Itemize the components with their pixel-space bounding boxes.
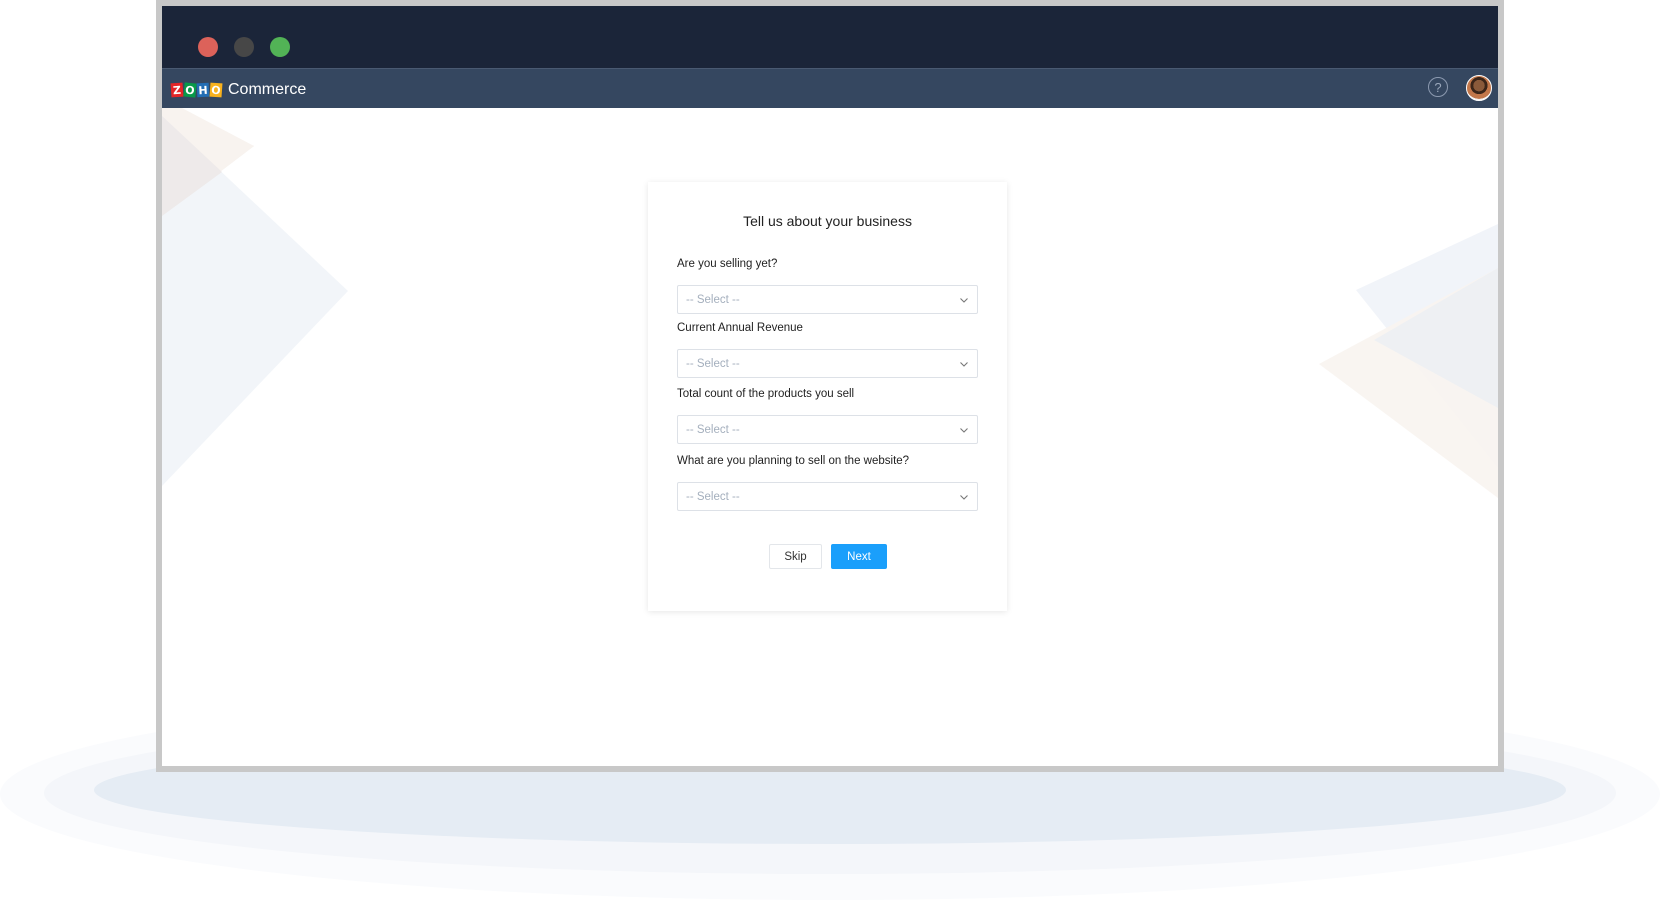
card-title: Tell us about your business (743, 213, 912, 229)
selling-yet-label: Are you selling yet? (677, 258, 778, 270)
main-content: Tell us about your business Are you sell… (162, 108, 1498, 766)
zoho-commerce-logo[interactable]: Z O H O Commerce (170, 81, 307, 99)
skip-button[interactable]: Skip (769, 544, 822, 569)
select-placeholder: -- Select -- (686, 423, 740, 436)
minimize-window-button[interactable] (234, 37, 254, 57)
planning-to-sell-label: What are you planning to sell on the web… (677, 455, 910, 467)
select-placeholder: -- Select -- (686, 490, 740, 503)
app-window: Z O H O Commerce ? Tell us about your bu… (156, 0, 1504, 772)
next-button[interactable]: Next (831, 544, 887, 569)
annual-revenue-label: Current Annual Revenue (677, 322, 803, 334)
brand-name: Commerce (228, 81, 307, 98)
logo-letter: Z (170, 82, 184, 98)
chevron-down-icon (960, 361, 968, 367)
business-info-card: Tell us about your business Are you sell… (648, 182, 1007, 611)
close-window-button[interactable] (198, 37, 218, 57)
logo-letter: O (183, 82, 197, 98)
logo-letter: H (196, 82, 210, 98)
planning-to-sell-select[interactable]: -- Select -- (677, 482, 978, 511)
product-count-label: Total count of the products you sell (677, 388, 855, 400)
help-icon[interactable]: ? (1428, 77, 1448, 97)
select-placeholder: -- Select -- (686, 293, 740, 306)
chevron-down-icon (960, 427, 968, 433)
chevron-down-icon (960, 297, 968, 303)
maximize-window-button[interactable] (270, 37, 290, 57)
window-titlebar (162, 6, 1498, 68)
select-placeholder: -- Select -- (686, 357, 740, 370)
app-header: Z O H O Commerce ? (162, 68, 1498, 108)
product-count-select[interactable]: -- Select -- (677, 415, 978, 444)
logo-letter: O (209, 82, 223, 98)
chevron-down-icon (960, 494, 968, 500)
selling-yet-select[interactable]: -- Select -- (677, 285, 978, 314)
user-avatar[interactable] (1466, 75, 1492, 101)
annual-revenue-select[interactable]: -- Select -- (677, 349, 978, 378)
